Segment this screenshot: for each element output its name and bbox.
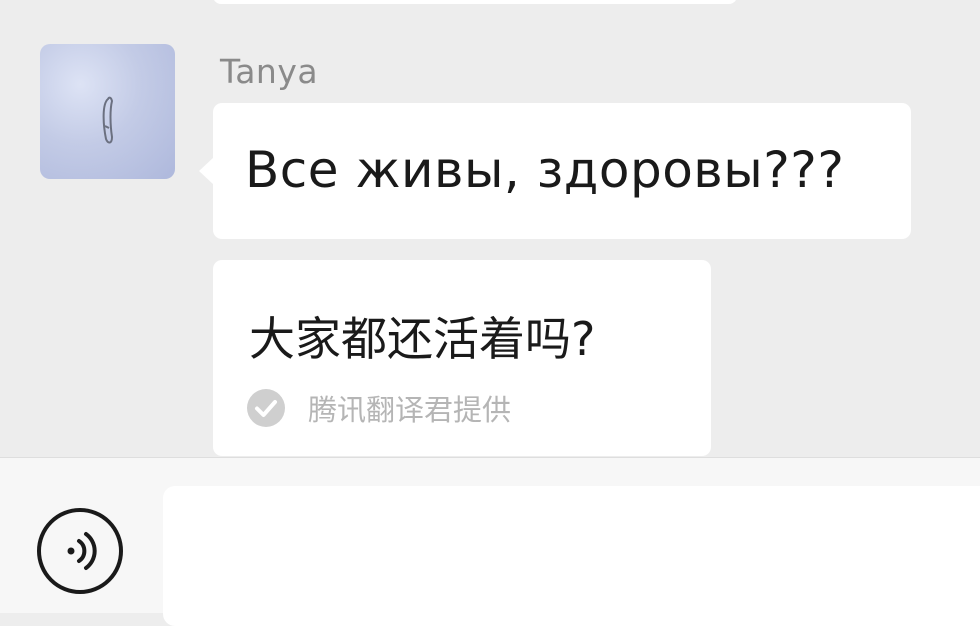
voice-button[interactable] <box>37 508 123 594</box>
translation-credit-text: 腾讯翻译君提供 <box>308 393 512 427</box>
message-bubble[interactable]: Все живы, здоровы??? <box>199 103 911 239</box>
translation-bubble[interactable]: 大家都还活着吗? 腾讯翻译君提供 <box>213 260 711 456</box>
sender-name: Tanya <box>220 52 319 91</box>
bubble-tail <box>199 157 214 185</box>
translation-credit: 腾讯翻译君提供 <box>246 387 511 429</box>
avatar[interactable] <box>40 44 175 179</box>
message-input[interactable] <box>163 486 980 626</box>
check-circle-icon <box>247 389 285 427</box>
input-bar <box>0 457 980 626</box>
message-text: Все живы, здоровы??? <box>245 141 845 199</box>
avatar-image <box>102 96 114 144</box>
voice-icon <box>67 532 97 570</box>
previous-message-bubble <box>213 0 737 4</box>
translation-text: 大家都还活着吗? <box>249 312 596 366</box>
